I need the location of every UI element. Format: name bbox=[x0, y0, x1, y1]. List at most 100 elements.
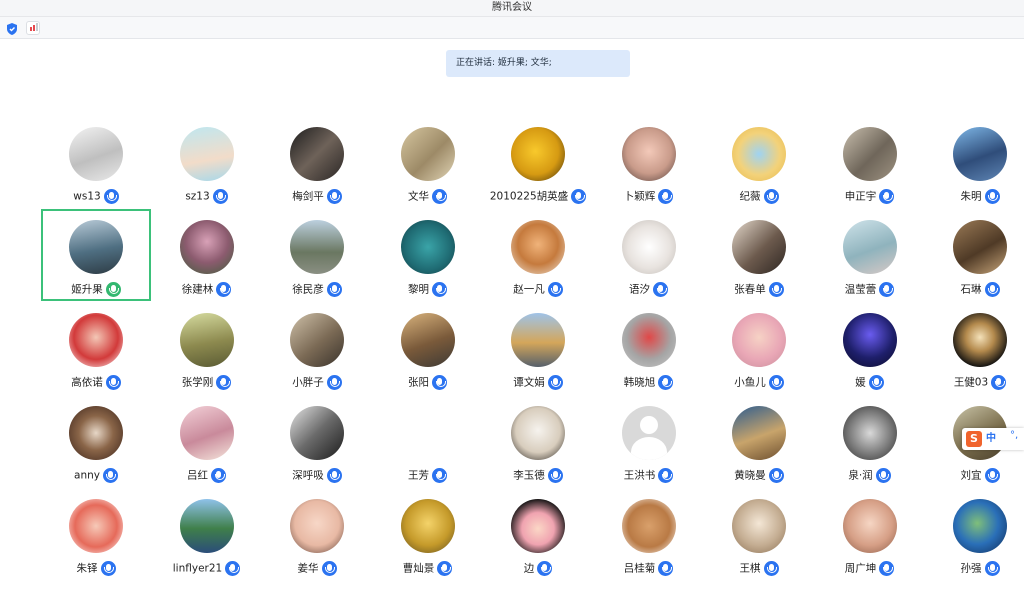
participant-tile[interactable]: 泉·润 bbox=[815, 395, 925, 487]
participant-tile[interactable]: ws13 bbox=[41, 116, 151, 208]
microphone-icon bbox=[216, 375, 232, 390]
participant-tile[interactable]: 曹灿景 bbox=[373, 488, 483, 580]
participant-name-row: 王洪书 bbox=[594, 465, 704, 483]
participant-tile[interactable]: 王洪书 bbox=[594, 395, 704, 487]
participant-tile[interactable]: 温莹蕾 bbox=[815, 209, 925, 301]
participant-name-row: 李玉德 bbox=[483, 465, 593, 483]
avatar bbox=[842, 127, 897, 181]
participant-tile[interactable]: 文华 bbox=[373, 116, 483, 208]
participant-tile[interactable]: 小胖子 bbox=[262, 302, 372, 394]
participant-name-row: 媛 bbox=[815, 372, 925, 390]
participant-name: 姜华 bbox=[297, 562, 319, 575]
microphone-icon bbox=[768, 468, 784, 483]
microphone-icon bbox=[537, 561, 553, 576]
participant-tile[interactable]: 边 bbox=[483, 488, 593, 580]
participant-name-row: 纪薇 bbox=[704, 186, 814, 204]
participant-name: 深呼吸 bbox=[292, 469, 324, 482]
participant-name-row: 朱明 bbox=[925, 186, 1024, 204]
ime-mode-label[interactable]: 中 bbox=[986, 431, 996, 447]
avatar bbox=[621, 499, 676, 553]
participant-name: 卜颖辉 bbox=[623, 190, 656, 203]
microphone-icon bbox=[763, 189, 779, 204]
participant-tile[interactable]: 2010225胡英盛 bbox=[483, 116, 593, 208]
participant-tile[interactable]: 深呼吸 bbox=[262, 395, 372, 487]
participant-tile[interactable]: 高依诺 bbox=[41, 302, 151, 394]
avatar bbox=[953, 499, 1007, 553]
participant-tile[interactable]: anny bbox=[41, 395, 151, 487]
participant-name: 纪薇 bbox=[739, 190, 761, 203]
microphone-icon bbox=[658, 189, 674, 204]
avatar bbox=[69, 499, 123, 553]
participant-name: 赵一凡 bbox=[513, 283, 545, 296]
participant-tile[interactable]: 张阳 bbox=[373, 302, 483, 394]
participant-tile[interactable]: 朱铎 bbox=[41, 488, 151, 580]
avatar bbox=[511, 127, 565, 181]
participant-name-row: 朱铎 bbox=[41, 558, 151, 576]
microphone-icon bbox=[102, 468, 118, 483]
avatar bbox=[842, 499, 897, 553]
participant-tile[interactable]: linflyer21 bbox=[152, 488, 262, 580]
participant-tile[interactable]: 姜华 bbox=[262, 488, 372, 580]
participant-tile[interactable]: 媛 bbox=[815, 302, 925, 394]
participant-name: 张学刚 bbox=[181, 376, 214, 389]
avatar bbox=[511, 406, 565, 460]
participant-name: 徐建林 bbox=[181, 283, 214, 296]
participant-tile[interactable]: 赵一凡 bbox=[483, 209, 593, 301]
participant-name-row: anny bbox=[41, 465, 151, 483]
participant-name: 温莹蕾 bbox=[844, 283, 877, 296]
avatar bbox=[69, 313, 123, 367]
participant-name-row: 王芳 bbox=[373, 465, 483, 483]
microphone-icon bbox=[212, 189, 228, 204]
participant-name-row: sz13 bbox=[152, 186, 262, 204]
participant-tile[interactable]: 姬升果 bbox=[41, 209, 151, 301]
participant-tile[interactable]: 语汐 bbox=[594, 209, 704, 301]
participant-tile[interactable]: 小鱼儿 bbox=[704, 302, 814, 394]
participant-name: sz13 bbox=[185, 190, 210, 203]
participant-name: 徐民彦 bbox=[292, 283, 324, 296]
participant-tile[interactable]: 纪薇 bbox=[704, 116, 814, 208]
microphone-icon bbox=[868, 375, 884, 390]
participant-tile[interactable]: 周广坤 bbox=[815, 488, 925, 580]
participant-name-row: linflyer21 bbox=[152, 558, 262, 576]
participant-name: 小鱼儿 bbox=[734, 376, 766, 389]
sogou-icon[interactable]: S bbox=[966, 431, 982, 447]
participant-tile[interactable]: 黄晓曼 bbox=[704, 395, 814, 487]
participant-tile[interactable]: 朱明 bbox=[925, 116, 1024, 208]
participant-tile[interactable]: 徐民彦 bbox=[262, 209, 372, 301]
participant-name-row: 姜华 bbox=[262, 558, 372, 576]
participant-tile[interactable]: 徐建林 bbox=[152, 209, 262, 301]
participant-tile[interactable]: sz13 bbox=[152, 116, 262, 208]
participant-tile[interactable]: 王棋 bbox=[704, 488, 814, 580]
participant-name-row: 温莹蕾 bbox=[815, 279, 925, 297]
participant-tile[interactable]: 梅剑平 bbox=[262, 116, 372, 208]
participant-tile[interactable]: 张春单 bbox=[704, 209, 814, 301]
microphone-icon bbox=[763, 561, 779, 576]
participant-tile[interactable]: 王健03 bbox=[925, 302, 1024, 394]
participant-name-row: 梅剑平 bbox=[262, 186, 372, 204]
participant-name-row: 深呼吸 bbox=[262, 465, 372, 483]
participant-tile[interactable]: 王芳 bbox=[373, 395, 483, 487]
participant-tile[interactable]: 李玉德 bbox=[483, 395, 593, 487]
avatar bbox=[179, 127, 234, 181]
participant-tile[interactable]: 韩晓旭 bbox=[594, 302, 704, 394]
microphone-icon bbox=[105, 282, 121, 297]
avatar bbox=[842, 313, 897, 367]
participant-tile[interactable]: 卜颖辉 bbox=[594, 116, 704, 208]
participant-name: 韩晓旭 bbox=[623, 376, 656, 389]
participant-tile[interactable]: 黎明 bbox=[373, 209, 483, 301]
microphone-icon bbox=[326, 189, 342, 204]
participant-name: 孙强 bbox=[960, 562, 982, 575]
avatar bbox=[511, 499, 565, 553]
participant-tile[interactable]: 吕红 bbox=[152, 395, 262, 487]
avatar bbox=[953, 220, 1007, 274]
participant-tile[interactable]: 孙强 bbox=[925, 488, 1024, 580]
avatar bbox=[621, 127, 676, 181]
ime-toolbar[interactable]: S 中 °, bbox=[962, 428, 1024, 450]
participant-tile[interactable]: 石琳 bbox=[925, 209, 1024, 301]
avatar bbox=[290, 499, 344, 553]
participant-tile[interactable]: 吕桂菊 bbox=[594, 488, 704, 580]
participant-tile[interactable]: 张学刚 bbox=[152, 302, 262, 394]
participant-tile[interactable]: 谭文娟 bbox=[483, 302, 593, 394]
ime-punctuation[interactable]: °, bbox=[1010, 430, 1018, 441]
participant-tile[interactable]: 申正宇 bbox=[815, 116, 925, 208]
